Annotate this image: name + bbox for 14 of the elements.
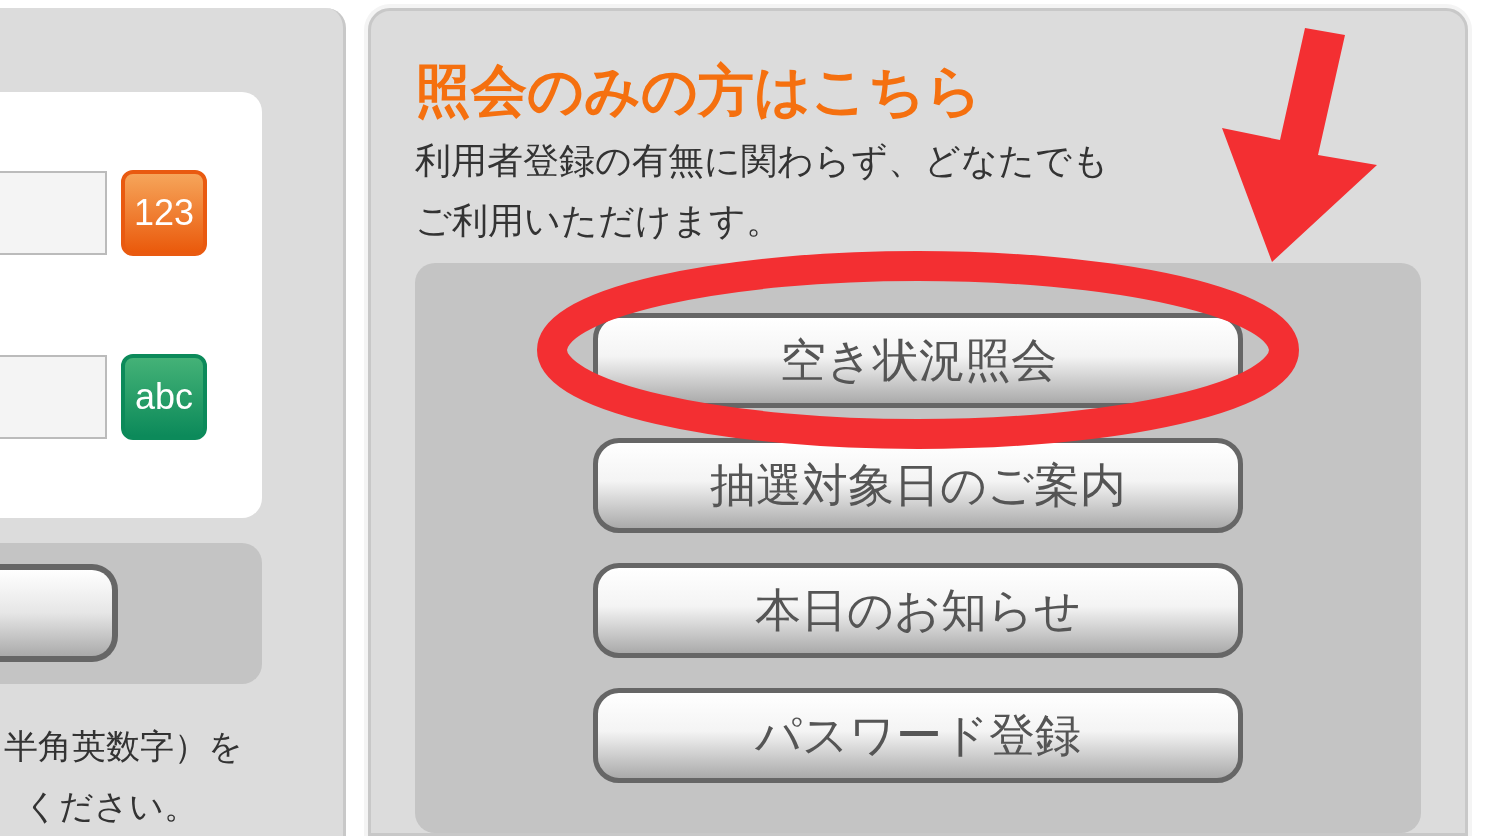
note-text: 半角英数字）を <box>4 725 244 768</box>
input-field[interactable] <box>0 170 107 255</box>
menu-button[interactable]: 抽選対象日のご案内 <box>593 438 1243 533</box>
input-mode-badge: abc <box>121 353 207 440</box>
menu-button[interactable]: 空き状況照会 <box>593 313 1243 408</box>
description-text: 利用者登録の有無に関わらず、どなたでも <box>415 139 1110 183</box>
input-field[interactable] <box>0 354 107 439</box>
note-text: ください。 <box>23 785 199 828</box>
description-text: ご利用いただけます。 <box>415 199 783 243</box>
input-mode-badge: 123 <box>121 169 207 256</box>
menu-button[interactable]: パスワード登録 <box>593 688 1243 783</box>
login-button[interactable] <box>0 564 118 663</box>
menu-button[interactable]: 本日のお知らせ <box>593 563 1243 658</box>
section-title: 照会のみの方はこちら <box>415 57 983 125</box>
